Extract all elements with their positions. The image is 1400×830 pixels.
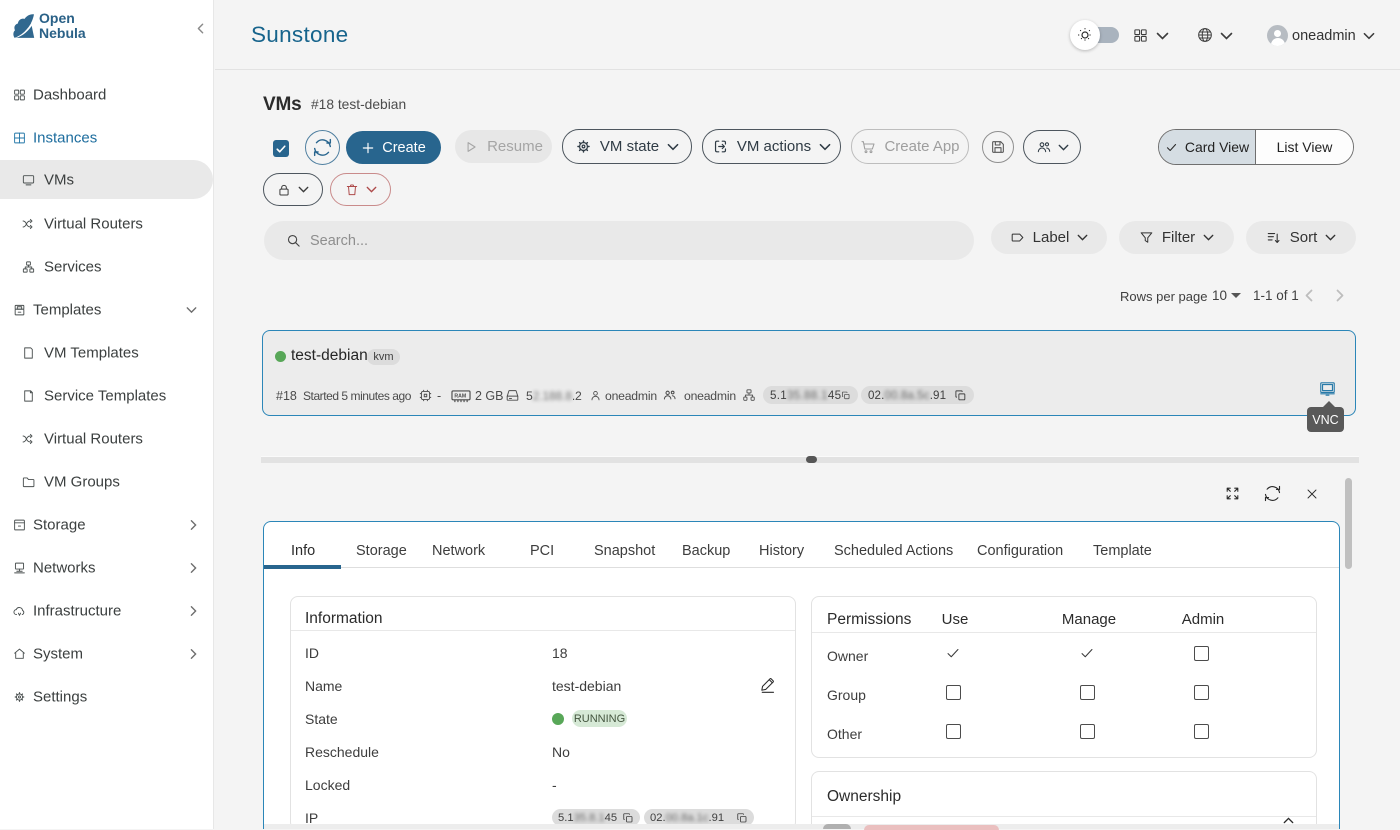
svg-text:RAM: RAM — [454, 393, 466, 399]
